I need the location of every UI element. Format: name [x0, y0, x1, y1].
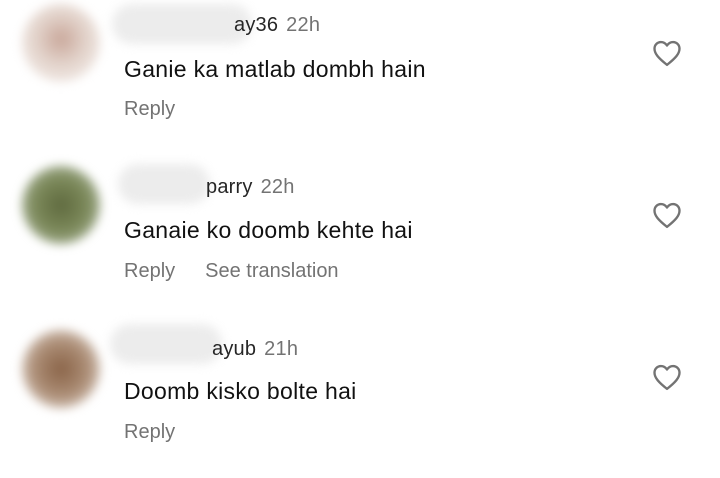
avatar[interactable] — [22, 330, 100, 408]
comment-item: ay36 22h Ganie ka matlab dombh hain Reply — [0, 0, 720, 150]
username-redaction — [112, 4, 252, 44]
comment-text: Ganaie ko doomb kehte hai — [124, 217, 413, 243]
like-button[interactable] — [652, 363, 682, 391]
comment-item: ayub 21h Doomb kisko bolte hai Reply — [0, 324, 720, 474]
see-translation-button[interactable]: See translation — [205, 260, 338, 282]
username-redaction — [110, 324, 222, 364]
reply-button[interactable]: Reply — [124, 260, 175, 282]
comment-item: parry 22h Ganaie ko doomb kehte hai Reply… — [0, 162, 720, 312]
reply-button[interactable]: Reply — [124, 98, 175, 120]
comment-actions: Reply — [124, 421, 175, 444]
avatar[interactable] — [22, 4, 100, 82]
comment-username[interactable]: parry 22h — [206, 176, 295, 199]
comment-username[interactable]: ay36 22h — [234, 14, 320, 37]
comment-timestamp: 21h — [264, 338, 299, 360]
heart-outline-icon — [653, 40, 681, 67]
username-text[interactable]: ayub — [212, 338, 256, 360]
heart-outline-icon — [653, 202, 681, 229]
heart-outline-icon — [653, 364, 681, 391]
comment-text: Doomb kisko bolte hai — [124, 378, 357, 404]
reply-button[interactable]: Reply — [124, 421, 175, 443]
comment-text: Ganie ka matlab dombh hain — [124, 56, 426, 82]
comment-actions: Reply — [124, 98, 175, 121]
avatar[interactable] — [22, 166, 100, 244]
comment-username[interactable]: ayub 21h — [212, 338, 298, 361]
like-button[interactable] — [652, 201, 682, 229]
like-button[interactable] — [652, 39, 682, 67]
username-redaction — [118, 164, 210, 204]
comment-timestamp: 22h — [286, 14, 321, 36]
username-text[interactable]: ay36 — [234, 14, 278, 36]
comment-actions: Reply See translation — [124, 260, 339, 283]
username-text[interactable]: parry — [206, 176, 253, 198]
comments-list: ay36 22h Ganie ka matlab dombh hain Reply… — [0, 0, 720, 478]
comment-timestamp: 22h — [260, 176, 295, 198]
